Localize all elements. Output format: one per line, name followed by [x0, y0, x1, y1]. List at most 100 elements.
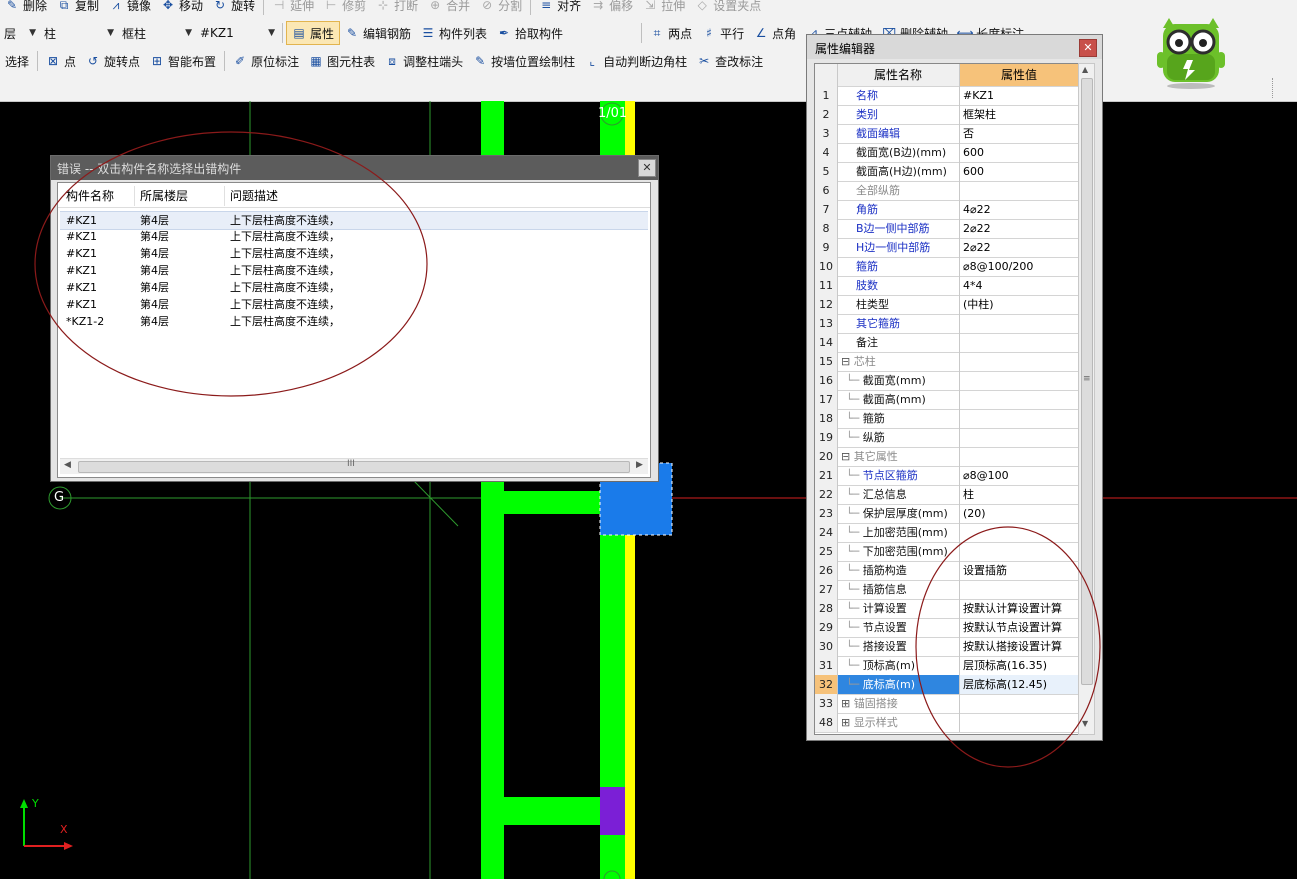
property-row[interactable]: 27 └─ 插筋信息 — [815, 580, 1079, 600]
property-value[interactable] — [959, 333, 1079, 352]
property-value[interactable]: 柱 — [959, 485, 1079, 504]
property-value[interactable]: 设置插筋 — [959, 561, 1079, 580]
property-value[interactable] — [959, 447, 1079, 466]
property-row[interactable]: 8 B边一侧中部筋 2⌀22 — [815, 219, 1079, 239]
property-row[interactable]: 1 名称 #KZ1 — [815, 86, 1079, 106]
component-select[interactable]: #KZ1 ▼ — [196, 24, 279, 42]
move-button[interactable]: ✥ 移动 — [156, 0, 208, 16]
property-row[interactable]: 30 └─ 搭接设置 按默认搭接设置计算 — [815, 637, 1079, 657]
table-row[interactable]: #KZ1 第4层 上下层柱高度不连续， — [60, 279, 648, 296]
property-value[interactable] — [959, 580, 1079, 599]
property-grid-vscrollbar[interactable]: ▲ ≡ ▼ — [1078, 63, 1095, 735]
table-row[interactable]: *KZ1-2 第4层 上下层柱高度不连续， — [60, 313, 648, 330]
collapse-icon[interactable]: ⊟ — [841, 355, 854, 368]
point-angle-button[interactable]: ∠ 点角 — [749, 22, 801, 44]
property-value[interactable]: (20) — [959, 504, 1079, 523]
property-value[interactable]: 2⌀22 — [959, 238, 1079, 257]
grip-button[interactable]: ◇ 设置夹点 — [690, 0, 766, 16]
adjust-column-end-button[interactable]: ⧈ 调整柱端头 — [380, 50, 468, 72]
property-value[interactable]: 层顶标高(16.35) — [959, 656, 1079, 675]
align-button[interactable]: ≡ 对齐 — [534, 0, 586, 16]
property-value[interactable]: 600 — [959, 162, 1079, 181]
expand-icon[interactable]: ⊞ — [841, 716, 854, 729]
property-value[interactable] — [959, 409, 1079, 428]
error-list[interactable]: 构件名称 所属楼层 问题描述 #KZ1 第4层 上下层柱高度不连续， #KZ1 第4层上… — [57, 182, 651, 478]
property-value[interactable]: ⌀8@100 — [959, 466, 1079, 485]
component-list-button[interactable]: ☰ 构件列表 — [416, 22, 492, 44]
floor-select[interactable]: 层 ▼ — [0, 24, 40, 42]
property-editor-titlebar[interactable]: 属性编辑器 ✕ — [807, 35, 1102, 59]
property-row[interactable]: 19 └─ 纵筋 — [815, 428, 1079, 448]
point-button[interactable]: ⊠ 点 — [41, 50, 81, 72]
property-value[interactable] — [959, 428, 1079, 447]
split-button[interactable]: ⊘ 分割 — [475, 0, 527, 16]
property-row[interactable]: 17 └─ 截面高(mm) — [815, 390, 1079, 410]
property-grid[interactable]: 属性名称 属性值 1 名称 #KZ1 2 类别 框架柱 3 截面编辑 否 4 截面宽(B边)(mm)… — [814, 63, 1080, 735]
copy-button[interactable]: ⧉ 复制 — [52, 0, 104, 16]
property-row[interactable]: 29 └─ 节点设置 按默认节点设置计算 — [815, 618, 1079, 638]
property-row[interactable]: 5 截面高(H边)(mm) 600 — [815, 162, 1079, 182]
extend-button[interactable]: ⊣ 延伸 — [267, 0, 319, 16]
auto-corner-button[interactable]: ⌞ 自动判断边角柱 — [580, 50, 692, 72]
property-value[interactable]: (中柱) — [959, 295, 1079, 314]
property-value[interactable]: 按默认计算设置计算 — [959, 599, 1079, 618]
property-value[interactable]: 4⌀22 — [959, 200, 1079, 219]
property-value[interactable]: #KZ1 — [959, 86, 1079, 105]
property-row[interactable]: 26 └─ 插筋构造 设置插筋 — [815, 561, 1079, 581]
property-value[interactable]: 否 — [959, 124, 1079, 143]
column-header-description[interactable]: 问题描述 — [230, 185, 278, 207]
property-value[interactable] — [959, 314, 1079, 333]
toolbar-grip[interactable] — [1272, 78, 1283, 98]
hscroll-thumb[interactable]: III — [78, 459, 630, 473]
property-row[interactable]: 31 └─ 顶标高(m) 层顶标高(16.35) — [815, 656, 1079, 676]
property-row[interactable]: 23 └─ 保护层厚度(mm) (20) — [815, 504, 1079, 524]
table-row[interactable]: #KZ1 第4层 上下层柱高度不连续， — [60, 296, 648, 313]
break-button[interactable]: ⊹ 打断 — [371, 0, 423, 16]
property-value[interactable]: 按默认节点设置计算 — [959, 618, 1079, 637]
property-value[interactable]: 2⌀22 — [959, 219, 1079, 238]
collapse-icon[interactable]: ⊟ — [841, 450, 854, 463]
scroll-right-icon[interactable]: ▶ — [636, 460, 643, 470]
mirror-button[interactable]: ⩘ 镜像 — [104, 0, 156, 16]
rotate-point-button[interactable]: ↺ 旋转点 — [81, 50, 145, 72]
property-row[interactable]: 32 └─ 底标高(m) 层底标高(12.45) — [815, 675, 1079, 695]
error-list-hscrollbar[interactable]: ◀ III ▶ — [60, 458, 648, 474]
scroll-down-icon[interactable]: ▼ — [1082, 719, 1088, 728]
subtype-select[interactable]: 框柱 ▼ — [118, 24, 196, 42]
in-place-mark-button[interactable]: ✐ 原位标注 — [228, 50, 304, 72]
trim-button[interactable]: ⊢ 修剪 — [319, 0, 371, 16]
select-button[interactable]: 选择 — [0, 50, 34, 72]
pick-component-button[interactable]: ✒ 拾取构件 — [492, 22, 568, 44]
property-row[interactable]: 33 ⊞ 锚固搭接 — [815, 694, 1079, 714]
property-row[interactable]: 21 └─ 节点区箍筋 ⌀8@100 — [815, 466, 1079, 486]
property-row[interactable]: 7 角筋 4⌀22 — [815, 200, 1079, 220]
property-value[interactable] — [959, 352, 1079, 371]
two-point-button[interactable]: ⌗ 两点 — [645, 22, 697, 44]
property-row[interactable]: 10 箍筋 ⌀8@100/200 — [815, 257, 1079, 277]
property-row[interactable]: 13 其它箍筋 — [815, 314, 1079, 334]
error-dialog-titlebar[interactable]: 错误 -- 双击构件名称选择出错构件 ✕ — [51, 156, 658, 180]
property-row[interactable]: 18 └─ 箍筋 — [815, 409, 1079, 429]
table-row[interactable]: #KZ1 第4层 上下层柱高度不连续， — [60, 245, 648, 262]
merge-button[interactable]: ⊕ 合并 — [423, 0, 475, 16]
column-header-component[interactable]: 构件名称 — [66, 185, 114, 207]
property-value[interactable] — [959, 390, 1079, 409]
property-row[interactable]: 9 H边一侧中部筋 2⌀22 — [815, 238, 1079, 258]
property-row[interactable]: 16 └─ 截面宽(mm) — [815, 371, 1079, 391]
property-value[interactable] — [959, 713, 1079, 732]
property-row[interactable]: 11 肢数 4*4 — [815, 276, 1079, 296]
property-row[interactable]: 28 └─ 计算设置 按默认计算设置计算 — [815, 599, 1079, 619]
property-row[interactable]: 2 类别 框架柱 — [815, 105, 1079, 125]
expand-icon[interactable]: ⊞ — [841, 697, 854, 710]
property-value[interactable] — [959, 181, 1079, 200]
property-value[interactable]: 层底标高(12.45) — [959, 675, 1079, 694]
property-row[interactable]: 14 备注 — [815, 333, 1079, 353]
stretch-button[interactable]: ⇲ 拉伸 — [638, 0, 690, 16]
property-value[interactable]: 按默认搭接设置计算 — [959, 637, 1079, 656]
property-value[interactable]: 600 — [959, 143, 1079, 162]
property-row[interactable]: 6 全部纵筋 — [815, 181, 1079, 201]
property-row[interactable]: 4 截面宽(B边)(mm) 600 — [815, 143, 1079, 163]
scroll-up-icon[interactable]: ▲ — [1082, 65, 1088, 74]
rotate-button[interactable]: ↻ 旋转 — [208, 0, 260, 16]
error-dialog-close-button[interactable]: ✕ — [638, 159, 656, 177]
